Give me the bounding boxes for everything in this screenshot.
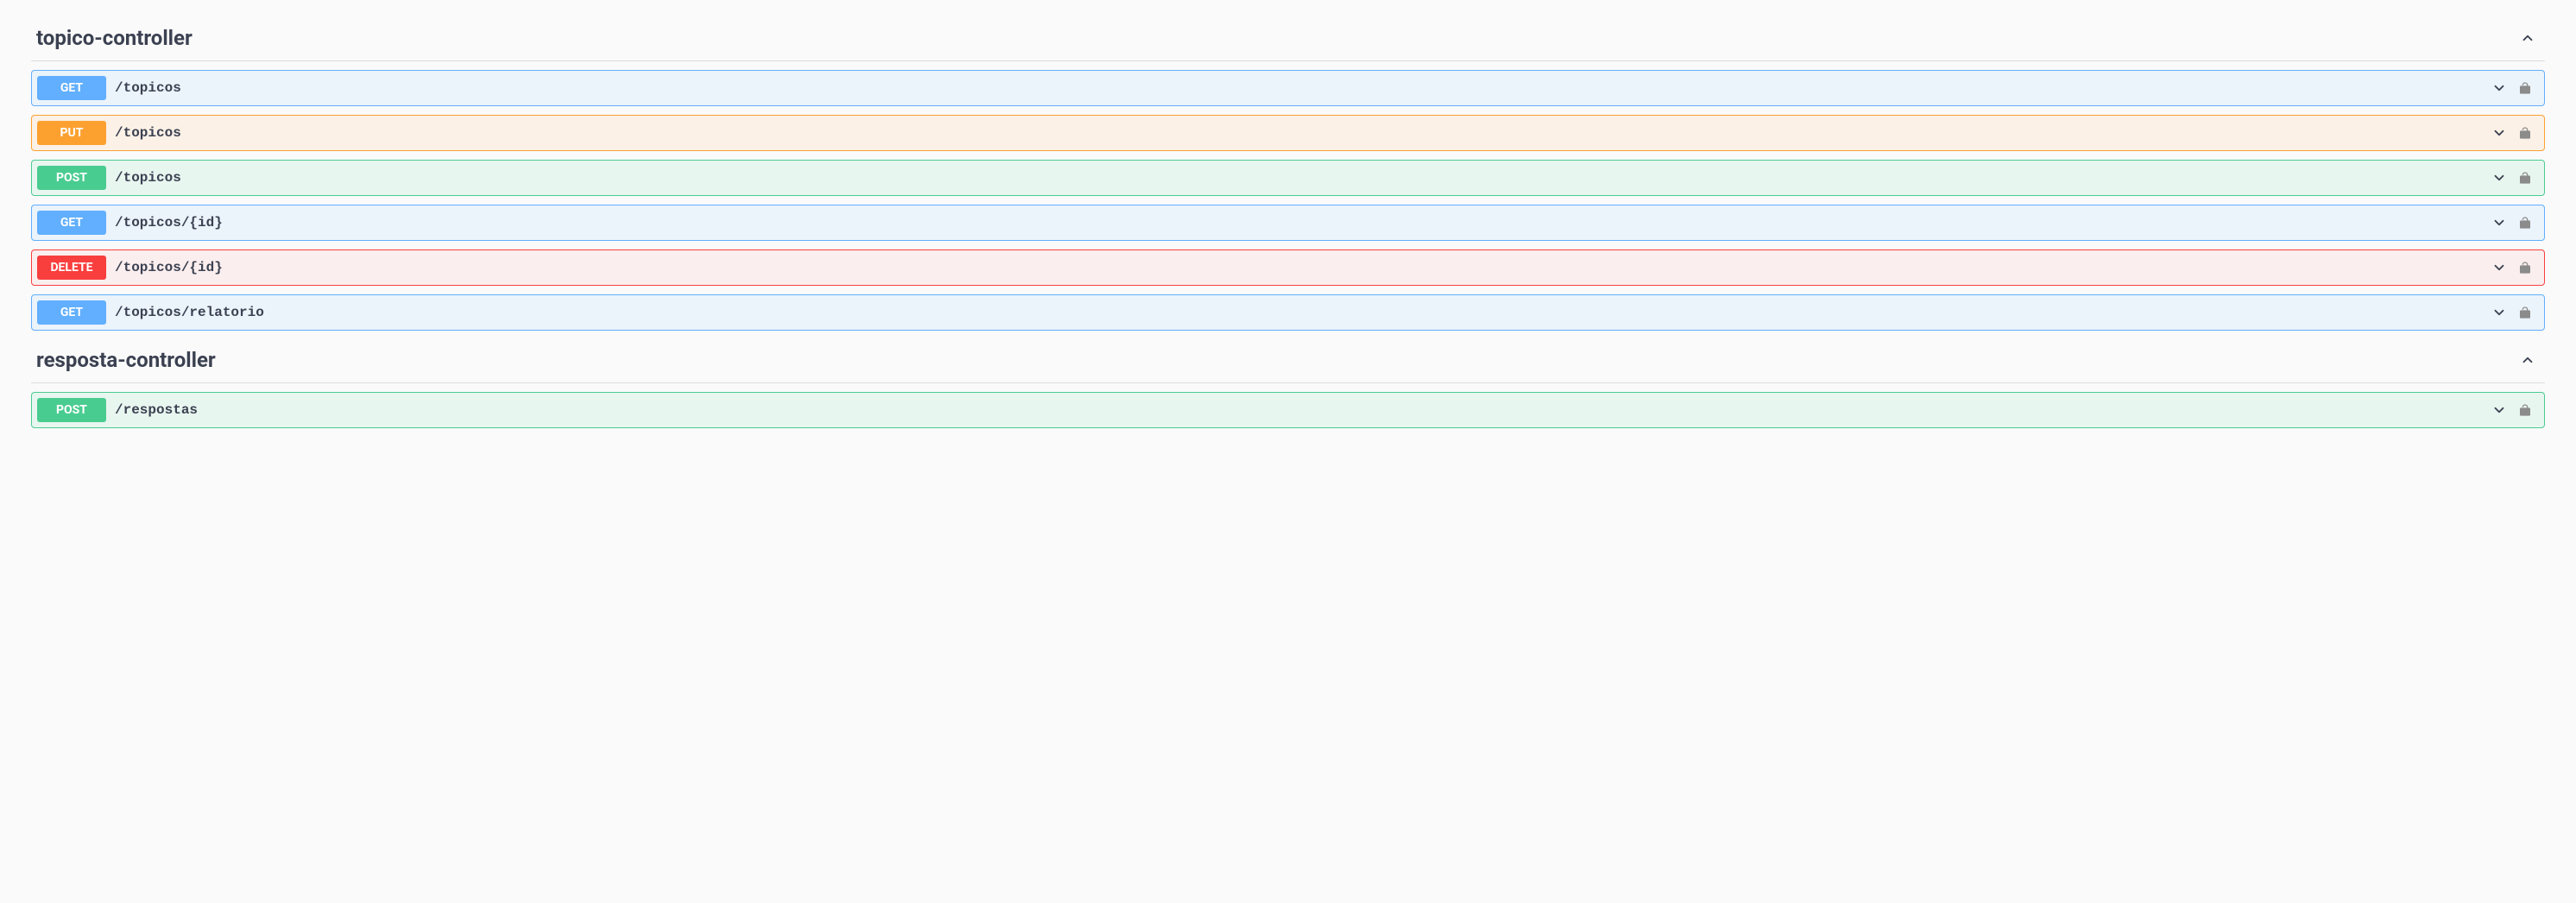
- endpoint-row[interactable]: GET /topicos/{id}: [31, 205, 2545, 241]
- controller-title: resposta-controller: [36, 348, 216, 372]
- endpoint-actions: [2491, 124, 2539, 142]
- endpoint-path: /topicos: [115, 170, 2491, 186]
- unlock-icon[interactable]: [2516, 169, 2534, 186]
- method-badge: PUT: [37, 121, 106, 145]
- controller-header[interactable]: resposta-controller: [31, 339, 2545, 383]
- unlock-icon[interactable]: [2516, 259, 2534, 276]
- unlock-icon[interactable]: [2516, 214, 2534, 231]
- endpoint-actions: [2491, 169, 2539, 186]
- chevron-down-icon[interactable]: [2491, 169, 2508, 186]
- controller-section: topico-controller GET /topicos PUT /topi…: [31, 17, 2545, 331]
- method-badge: GET: [37, 76, 106, 100]
- endpoint-actions: [2491, 79, 2539, 97]
- method-badge: GET: [37, 300, 106, 325]
- chevron-down-icon[interactable]: [2491, 214, 2508, 231]
- endpoint-actions: [2491, 304, 2539, 321]
- endpoint-row[interactable]: DELETE /topicos/{id}: [31, 249, 2545, 286]
- endpoint-actions: [2491, 214, 2539, 231]
- chevron-down-icon[interactable]: [2491, 259, 2508, 276]
- endpoint-path: /topicos/relatorio: [115, 305, 2491, 320]
- unlock-icon[interactable]: [2516, 124, 2534, 142]
- unlock-icon[interactable]: [2516, 304, 2534, 321]
- method-badge: GET: [37, 211, 106, 235]
- controller-header[interactable]: topico-controller: [31, 17, 2545, 61]
- endpoint-row[interactable]: GET /topicos: [31, 70, 2545, 106]
- endpoint-path: /respostas: [115, 402, 2491, 418]
- method-badge: POST: [37, 166, 106, 190]
- endpoint-row[interactable]: PUT /topicos: [31, 115, 2545, 151]
- controller-section: resposta-controller POST /respostas: [31, 339, 2545, 428]
- method-badge: POST: [37, 398, 106, 422]
- endpoint-row[interactable]: POST /topicos: [31, 160, 2545, 196]
- chevron-down-icon[interactable]: [2491, 79, 2508, 97]
- chevron-up-icon: [2519, 351, 2536, 369]
- unlock-icon[interactable]: [2516, 401, 2534, 419]
- chevron-down-icon[interactable]: [2491, 124, 2508, 142]
- method-badge: DELETE: [37, 256, 106, 280]
- endpoint-path: /topicos: [115, 125, 2491, 141]
- endpoint-row[interactable]: POST /respostas: [31, 392, 2545, 428]
- endpoint-actions: [2491, 401, 2539, 419]
- controller-title: topico-controller: [36, 26, 193, 50]
- chevron-down-icon[interactable]: [2491, 304, 2508, 321]
- chevron-down-icon[interactable]: [2491, 401, 2508, 419]
- endpoint-row[interactable]: GET /topicos/relatorio: [31, 294, 2545, 331]
- endpoint-path: /topicos/{id}: [115, 260, 2491, 275]
- endpoint-path: /topicos: [115, 80, 2491, 96]
- endpoint-actions: [2491, 259, 2539, 276]
- chevron-up-icon: [2519, 29, 2536, 47]
- endpoint-path: /topicos/{id}: [115, 215, 2491, 230]
- unlock-icon[interactable]: [2516, 79, 2534, 97]
